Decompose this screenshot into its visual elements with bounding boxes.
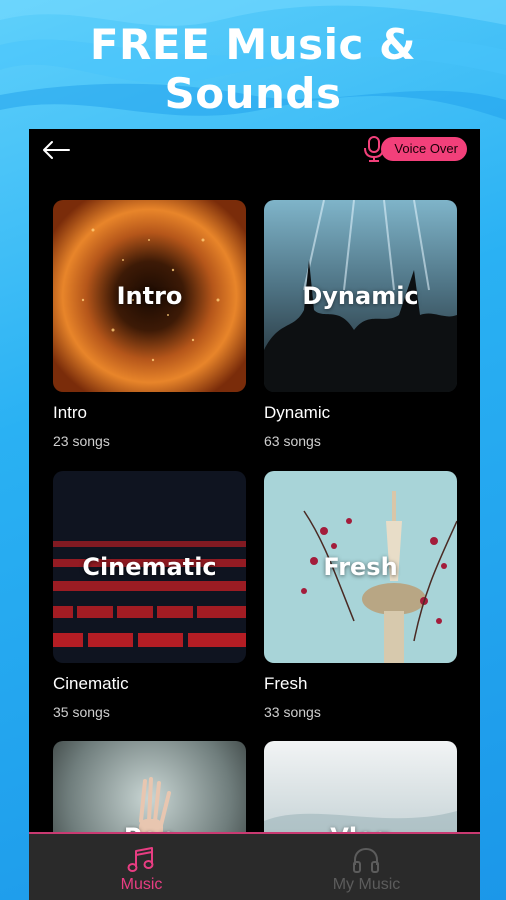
microphone-icon <box>364 136 384 162</box>
category-title: Fresh <box>264 674 308 693</box>
headphones-icon <box>353 847 379 873</box>
tab-music[interactable]: Music <box>29 834 254 900</box>
promo-headline-line2: Sounds <box>164 69 342 118</box>
voice-over-label: Voice Over <box>381 137 467 161</box>
app-screen: Voice Over Intro Intro 23 songs Dynamic … <box>29 129 480 900</box>
category-title: Cinematic <box>53 674 129 693</box>
tab-my-music[interactable]: My Music <box>254 834 479 900</box>
promo-headline-line1: FREE Music & <box>89 20 417 69</box>
thumbnail-label: Intro <box>116 282 183 310</box>
bottom-navigation: Music My Music <box>29 832 480 900</box>
category-card-dynamic[interactable]: Dynamic Dynamic 63 songs <box>264 200 457 449</box>
category-card-cinematic[interactable]: Cinematic Cinematic 35 songs <box>53 471 246 720</box>
category-title: Intro <box>53 403 88 422</box>
category-song-count: 23 songs <box>53 433 110 449</box>
category-title: Dynamic <box>264 403 331 422</box>
category-thumbnail: Cinematic <box>53 471 246 663</box>
category-card-fresh[interactable]: Fresh Fresh 33 songs <box>264 471 457 720</box>
thumbnail-label: Cinematic <box>82 553 217 581</box>
category-thumbnail: Fresh <box>264 471 457 663</box>
promo-headline: FREE Music & Sounds <box>0 20 506 118</box>
category-thumbnail: Dynamic <box>264 200 457 392</box>
category-song-count: 33 songs <box>264 704 321 720</box>
category-song-count: 63 songs <box>264 433 321 449</box>
music-note-icon <box>127 847 154 872</box>
tab-my-music-label: My Music <box>332 876 401 893</box>
back-button[interactable] <box>41 139 71 161</box>
thumbnail-label: Fresh <box>323 553 398 581</box>
category-thumbnail: Intro <box>53 200 246 392</box>
voice-over-button[interactable]: Voice Over <box>363 136 467 162</box>
category-song-count: 35 songs <box>53 704 110 720</box>
category-card-intro[interactable]: Intro Intro 23 songs <box>53 200 246 449</box>
arrow-left-icon <box>43 141 70 159</box>
thumbnail-label: Dynamic <box>302 282 419 310</box>
tab-music-label: Music <box>120 876 163 893</box>
